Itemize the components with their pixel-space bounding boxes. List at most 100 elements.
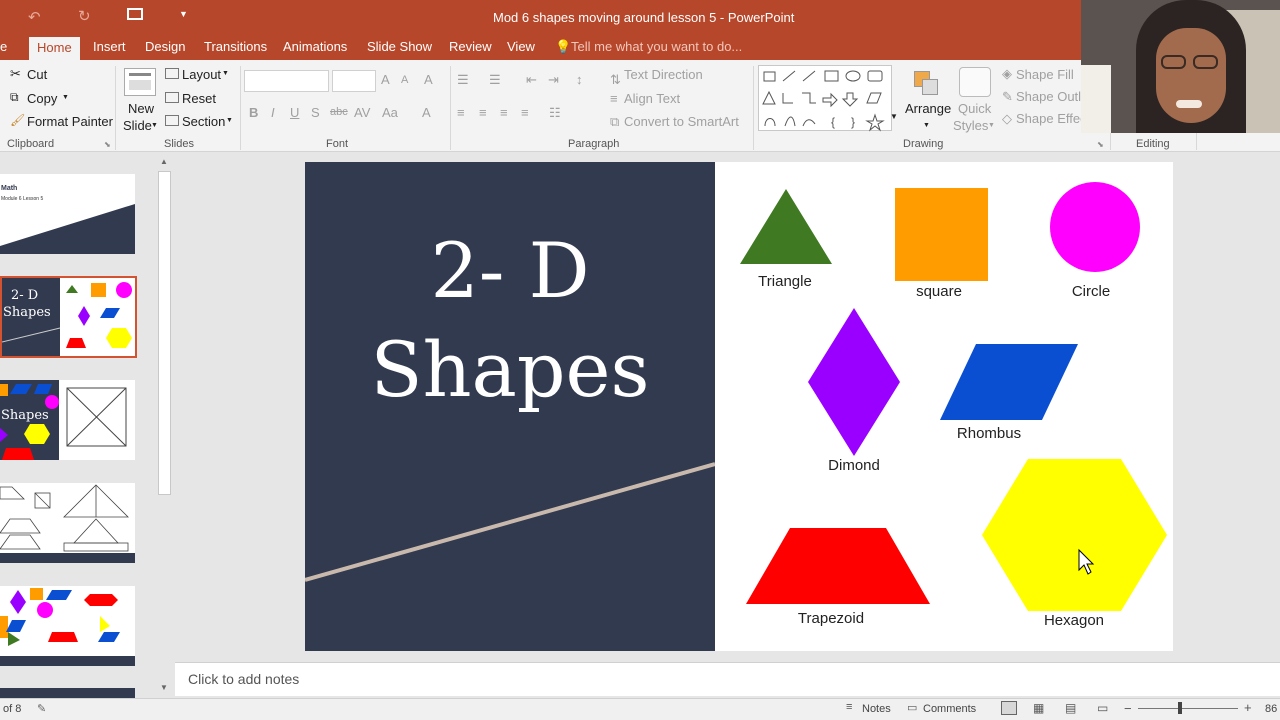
trapezoid-shape[interactable] [746,528,930,604]
tab-view[interactable]: View [507,39,535,54]
dimond-label[interactable]: Dimond [804,457,904,474]
square-shape[interactable] [895,188,988,281]
new-slide-label-2[interactable]: Slide [123,118,152,133]
reset-button[interactable]: Reset [182,91,216,106]
tab-file[interactable]: e [0,39,7,54]
underline-icon[interactable]: U [290,105,299,120]
cut-button[interactable]: Cut [27,67,47,82]
section-icon[interactable] [165,115,179,126]
circle-label[interactable]: Circle [1041,283,1141,300]
hexagon-shape[interactable] [982,459,1167,611]
shape-outline-button[interactable]: Shape Outl [1016,89,1081,104]
new-slide-icon[interactable] [124,68,156,96]
zoom-slider[interactable] [1138,708,1238,709]
font-size-box[interactable] [332,70,376,92]
dimond-shape[interactable] [808,308,900,456]
tab-home[interactable]: Home [29,37,80,60]
drawing-launcher-icon[interactable]: ⬊ [1097,140,1104,149]
arrange-button[interactable]: Arrange [905,101,951,116]
hexagon-label[interactable]: Hexagon [1024,612,1124,629]
quick-styles-dropdown-icon[interactable]: ▼ [988,122,995,129]
section-button[interactable]: Section [182,114,225,129]
tab-transitions[interactable]: Transitions [204,39,267,54]
zoom-in-icon[interactable]: + [1244,700,1252,715]
notes-pane[interactable]: Click to add notes [175,662,1280,696]
tab-review[interactable]: Review [449,39,492,54]
current-slide[interactable]: 2- D Shapes Triangle square Circle Dimon… [305,162,1173,651]
character-spacing-icon[interactable]: AV [354,105,370,120]
increase-font-icon[interactable]: A [381,72,390,87]
decrease-font-icon[interactable]: A [401,74,408,86]
font-color-icon[interactable]: A [422,105,431,120]
normal-view-icon[interactable] [1001,701,1017,715]
shadow-icon[interactable]: S [311,105,320,120]
shape-outline-icon[interactable]: ✎ [1002,89,1013,105]
rhombus-label[interactable]: Rhombus [939,425,1039,442]
decrease-indent-icon[interactable]: ⇤ [526,72,537,88]
quick-styles-label-1[interactable]: Quick [958,101,991,116]
triangle-label[interactable]: Triangle [735,273,835,290]
layout-dropdown-icon[interactable]: ▼ [222,70,229,77]
thumbnail-slide-2[interactable]: 2- D Shapes [0,276,137,358]
notes-button[interactable]: Notes [862,703,891,715]
numbering-icon[interactable]: ☰ [489,72,501,88]
new-slide-dropdown-icon[interactable]: ▼ [151,122,158,129]
notes-icon[interactable]: ≡ [846,701,852,713]
arrange-icon[interactable] [912,69,940,99]
strikethrough-icon[interactable]: abc [330,106,348,118]
quick-styles-label-2[interactable]: Styles [953,118,988,133]
text-direction-icon[interactable]: ⇅ [610,72,621,88]
align-center-icon[interactable]: ≡ [479,105,487,120]
format-painter-button[interactable]: Format Painter [27,114,113,129]
zoom-level[interactable]: 86 [1265,703,1277,715]
slideshow-icon[interactable]: ▭ [1097,701,1108,715]
section-dropdown-icon[interactable]: ▼ [226,117,233,124]
change-case-icon[interactable]: Aa [382,105,398,120]
align-text-button[interactable]: Align Text [624,91,680,106]
copy-button[interactable]: Copy [27,91,57,106]
comments-button[interactable]: Comments [923,703,976,715]
scrollbar-thumb[interactable] [158,171,171,495]
convert-smartart-button[interactable]: Convert to SmartArt [624,114,739,129]
line-spacing-icon[interactable]: ↕ [576,72,583,87]
comments-icon[interactable]: ▭ [907,701,917,714]
undo-icon[interactable]: ↶ [28,8,41,26]
scroll-down-icon[interactable]: ▼ [160,683,168,692]
zoom-out-icon[interactable]: − [1124,701,1132,716]
circle-shape[interactable] [1050,182,1140,272]
thumbnail-slide-4[interactable] [0,483,135,563]
quick-styles-icon[interactable] [959,67,991,97]
clear-formatting-icon[interactable]: A [424,72,433,87]
shapes-gallery[interactable]: {} [758,65,892,132]
smartart-icon[interactable]: ⧉ [610,114,619,130]
triangle-shape[interactable] [740,189,832,264]
rhombus-shape[interactable] [940,344,1078,420]
thumbnail-scrollbar[interactable]: ▲ ▼ [156,153,173,698]
align-left-icon[interactable]: ≡ [457,105,465,120]
gallery-more-icon[interactable]: ▼ [890,112,898,121]
reset-icon[interactable] [165,92,179,103]
square-label[interactable]: square [889,283,989,300]
tab-design[interactable]: Design [145,39,185,54]
tab-slide-show[interactable]: Slide Show [367,39,432,54]
format-painter-icon[interactable]: 🖌 [10,113,25,127]
shape-fill-icon[interactable]: ◈ [1002,66,1012,82]
customize-qat-icon[interactable]: ▼ [179,9,188,19]
tell-me-box[interactable]: Tell me what you want to do... [571,39,742,54]
layout-button[interactable]: Layout [182,67,221,82]
columns-icon[interactable]: ☷ [549,105,561,121]
italic-icon[interactable]: I [271,105,275,120]
thumbnail-slide-1[interactable]: Math Module 6 Lesson 5 [0,174,135,254]
increase-indent-icon[interactable]: ⇥ [548,72,559,88]
thumbnail-slide-3[interactable]: Shapes [0,380,135,460]
arrange-dropdown-icon[interactable]: ▼ [923,122,930,129]
text-direction-button[interactable]: Text Direction [624,67,703,82]
notes-placeholder[interactable]: Click to add notes [188,671,299,687]
trapezoid-label[interactable]: Trapezoid [781,610,881,627]
tab-animations[interactable]: Animations [283,39,347,54]
shape-effects-icon[interactable]: ◇ [1002,111,1012,127]
justify-icon[interactable]: ≡ [521,105,529,120]
bold-icon[interactable]: B [249,105,258,120]
copy-dropdown-icon[interactable]: ▼ [62,94,69,101]
redo-icon[interactable]: ↻ [78,7,91,25]
